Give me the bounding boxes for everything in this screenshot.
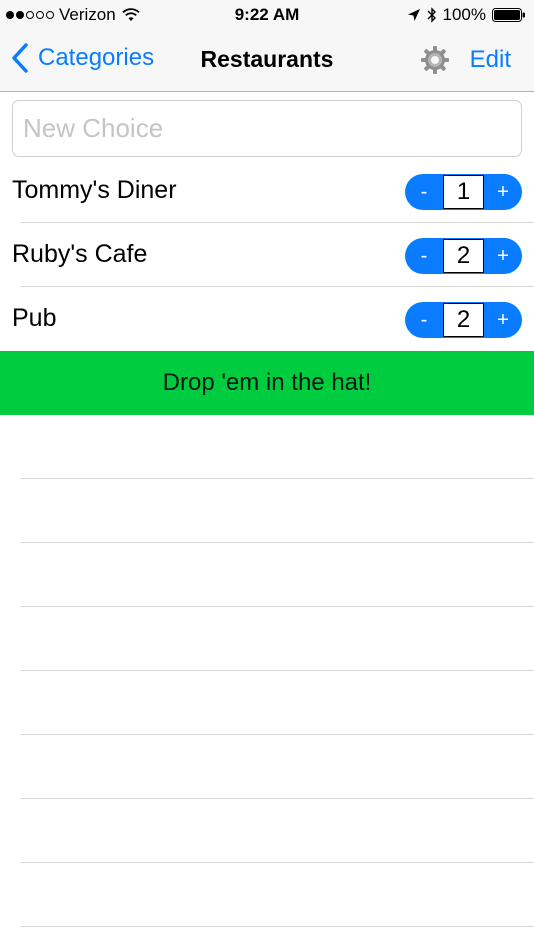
new-choice-input[interactable] [12,100,522,157]
drop-in-hat-button[interactable]: Drop 'em in the hat! [0,351,534,415]
status-bar: Verizon 9:22 AM 100% [0,0,534,30]
choice-row[interactable]: Tommy's Diner - 1 + [0,159,534,223]
location-arrow-icon [407,9,420,21]
choice-row[interactable]: Pub - 2 + [0,287,534,351]
choice-list: Tommy's Diner - 1 + Ruby's Cafe - 2 + Pu… [0,159,534,351]
quantity-value: 2 [443,303,484,337]
empty-row [0,799,534,863]
empty-row [0,671,534,735]
back-button-label: Categories [38,44,155,71]
quantity-stepper: - 2 + [405,302,522,338]
decrement-button[interactable]: - [405,174,443,210]
empty-row [0,607,534,671]
empty-row [0,543,534,607]
choice-name: Ruby's Cafe [12,240,148,268]
edit-button[interactable]: Edit [470,46,511,74]
empty-row [0,735,534,799]
increment-button[interactable]: + [484,238,522,274]
back-button[interactable]: Categories [10,43,154,73]
navigation-bar: Categories Restaurants Edit [0,30,534,92]
decrement-button[interactable]: - [405,238,443,274]
increment-button[interactable]: + [484,174,522,210]
empty-row [0,415,534,479]
quantity-stepper: - 1 + [405,174,522,210]
empty-table-rows [0,415,534,927]
empty-row [0,479,534,543]
bluetooth-icon [427,7,436,23]
increment-button[interactable]: + [484,302,522,338]
decrement-button[interactable]: - [405,302,443,338]
quantity-value: 1 [443,175,484,209]
status-right: 100% [407,5,526,25]
app-screen: Verizon 9:22 AM 100% Categories Restaura… [0,0,534,950]
gear-icon[interactable] [419,44,451,76]
drop-in-hat-label: Drop 'em in the hat! [162,369,372,396]
battery-icon [492,8,525,22]
choice-name: Pub [12,304,57,332]
choice-name: Tommy's Diner [12,176,177,204]
choice-row[interactable]: Ruby's Cafe - 2 + [0,223,534,287]
battery-percent: 100% [442,5,486,24]
quantity-value: 2 [443,239,484,273]
empty-row [0,863,534,927]
quantity-stepper: - 2 + [405,238,522,274]
chevron-left-icon [12,43,28,73]
